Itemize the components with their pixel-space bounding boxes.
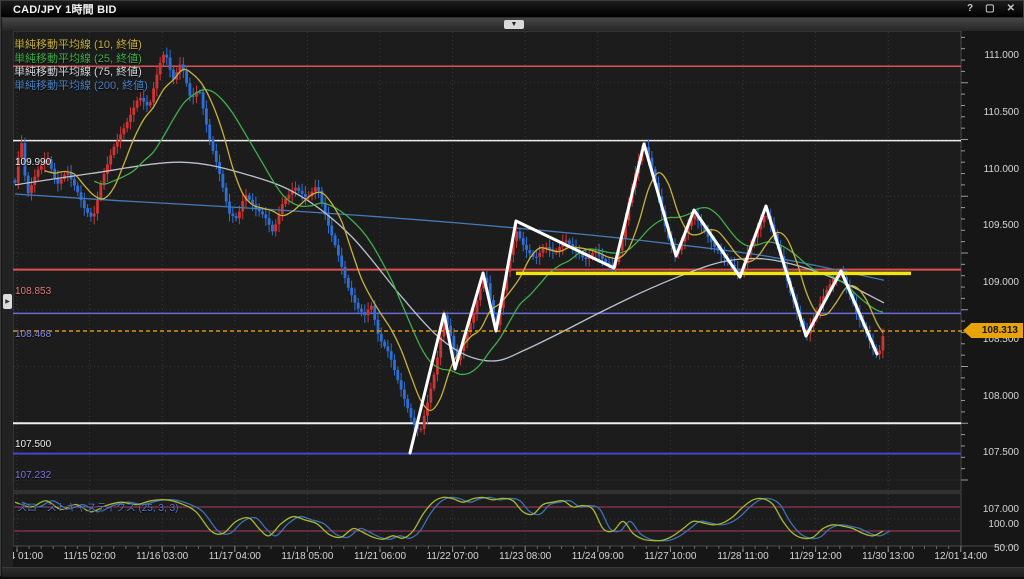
x-axis-label: 11/17 04:00 bbox=[209, 551, 261, 562]
chart-area[interactable]: ▶ 単純移動平均線 (10, 終値) 単純移動平均線 (25, 終値) 単純移動… bbox=[1, 31, 1024, 577]
stochastic-legend: スローストキャスティクス (25, 3, 3) bbox=[17, 499, 178, 514]
window-title: CAD/JPY 1時間 BID bbox=[13, 1, 117, 17]
legend-item-sma25: 単純移動平均線 (25, 終値) bbox=[14, 53, 148, 67]
window-controls: ? ▢ ✕ bbox=[967, 4, 1015, 14]
legend-item-sma10: 単純移動平均線 (10, 終値) bbox=[14, 39, 148, 53]
x-axis-label: 11/18 05:00 bbox=[281, 551, 333, 562]
x-axis-label: 11/21 06:00 bbox=[354, 551, 406, 562]
x-axis-label: 12/01 14:00 bbox=[934, 551, 987, 562]
x-axis-label: 11/15 02:00 bbox=[64, 551, 116, 562]
close-button[interactable]: ✕ bbox=[1007, 4, 1015, 14]
x-axis-label: 11/29 12:00 bbox=[790, 551, 842, 562]
y-axis-label: 109.500 bbox=[983, 220, 1019, 232]
chart-window: CAD/JPY 1時間 BID ? ▢ ✕ ▼ ▶ 単純移動平均線 (10, 終… bbox=[0, 0, 1024, 576]
panel-collapse-button[interactable]: ▼ bbox=[504, 20, 524, 29]
y-axis-label: 110.000 bbox=[984, 164, 1019, 176]
price-level-label: 108.468 bbox=[15, 329, 51, 341]
price-level-label: 109.990 bbox=[15, 157, 51, 169]
x-axis-label: 11/24 09:00 bbox=[572, 551, 624, 562]
toolbar: ▼ bbox=[2, 18, 1024, 32]
chevron-down-icon: ▼ bbox=[511, 21, 518, 28]
stochastic-axis-label: 100.00 bbox=[988, 519, 1019, 531]
x-axis-label: 11/14 01:00 bbox=[13, 551, 43, 562]
current-price-value: 108.313 bbox=[982, 325, 1018, 336]
legend-item-sma200: 単純移動平均線 (200, 終値) bbox=[14, 80, 148, 94]
y-axis-label: 108.000 bbox=[983, 391, 1019, 403]
maximize-button[interactable]: ▢ bbox=[985, 4, 994, 14]
x-axis[interactable]: 11/14 01:00 11/15 02:00 11/16 03:00 11/17 0… bbox=[13, 549, 1019, 565]
price-level-label: 108.853 bbox=[15, 286, 51, 298]
candlestick-chart[interactable] bbox=[1, 31, 1024, 577]
chart-background bbox=[1, 31, 1024, 577]
titlebar[interactable]: CAD/JPY 1時間 BID ? ▢ ✕ bbox=[1, 1, 1023, 18]
x-axis-label: 11/23 08:00 bbox=[499, 551, 551, 562]
help-button[interactable]: ? bbox=[967, 4, 973, 14]
current-price-badge: 108.313 bbox=[963, 323, 1023, 338]
x-axis-label: 11/16 03:00 bbox=[136, 551, 188, 562]
y-axis-label: 107.000 bbox=[983, 504, 1019, 516]
y-axis-label: 109.000 bbox=[983, 277, 1019, 289]
legend-item-sma75: 単純移動平均線 (75, 終値) bbox=[14, 66, 148, 80]
arrow-right-icon: ▶ bbox=[5, 299, 10, 305]
y-axis-label: 110.500 bbox=[984, 107, 1019, 119]
price-level-label: 107.500 bbox=[15, 439, 51, 451]
x-axis-label: 11/30 13:00 bbox=[862, 551, 914, 562]
ma-legend: 単純移動平均線 (10, 終値) 単純移動平均線 (25, 終値) 単純移動平均… bbox=[14, 39, 148, 93]
y-axis-label: 107.500 bbox=[983, 447, 1019, 459]
price-level-label: 107.232 bbox=[15, 470, 51, 482]
x-axis-label: 11/22 07:00 bbox=[427, 551, 479, 562]
x-axis-label: 11/27 10:00 bbox=[644, 551, 696, 562]
y-axis-label: 111.000 bbox=[984, 50, 1019, 62]
x-axis-label: 11/28 11:00 bbox=[717, 551, 768, 562]
splitter-arrow-button[interactable]: ▶ bbox=[3, 294, 12, 309]
